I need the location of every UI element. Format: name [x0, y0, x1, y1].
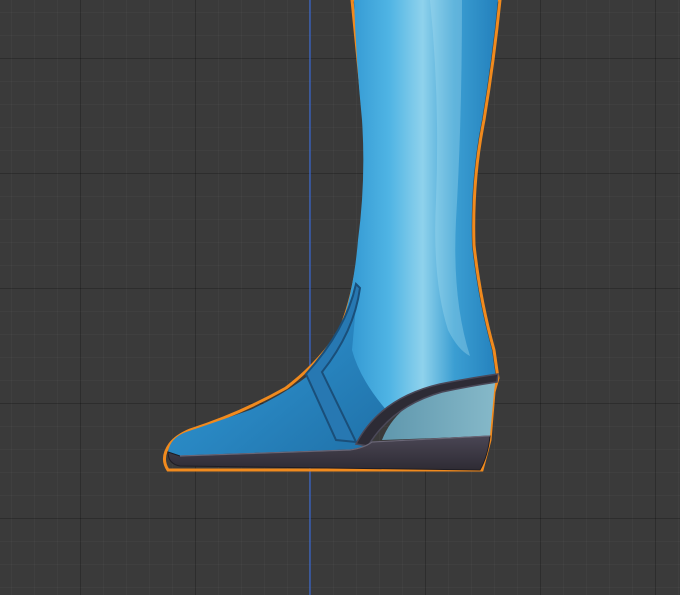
3d-viewport[interactable] [0, 0, 680, 595]
viewport-scene[interactable] [0, 0, 680, 595]
